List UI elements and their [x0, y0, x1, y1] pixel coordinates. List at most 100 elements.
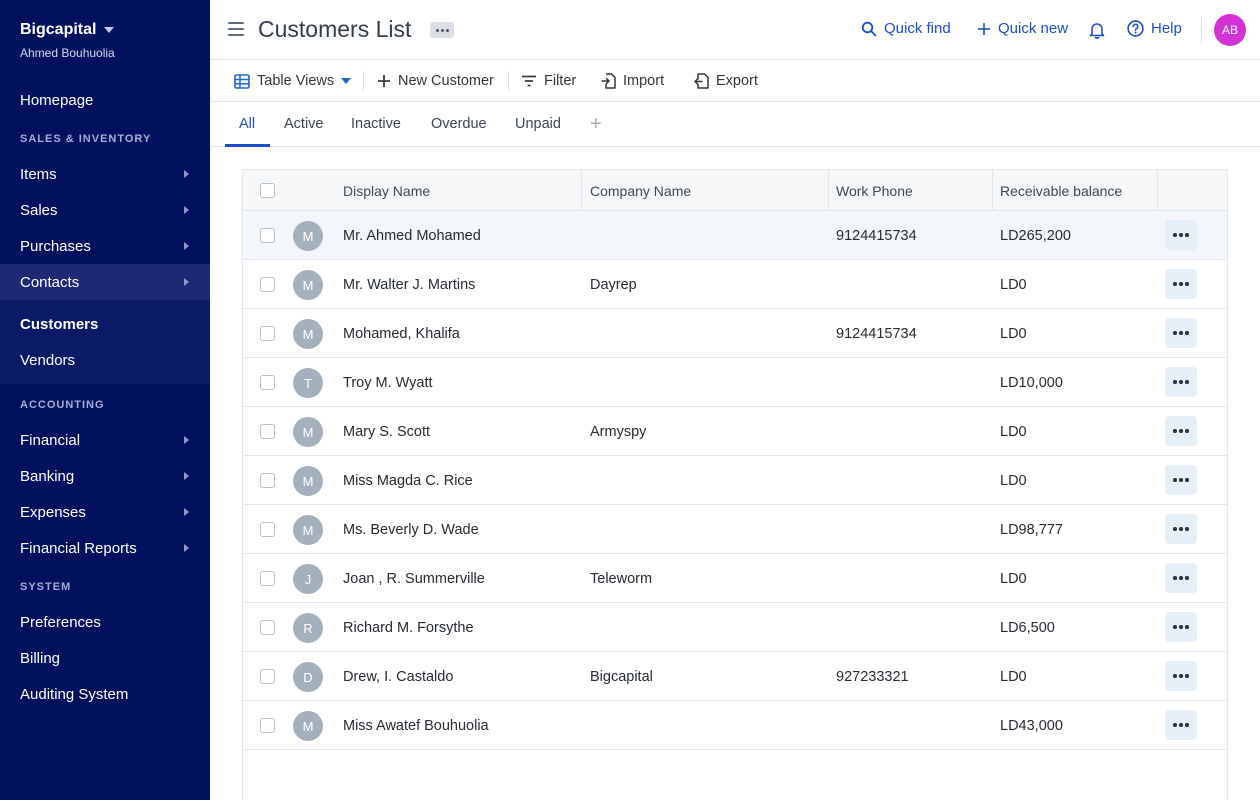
sidebar-item-label: Contacts: [20, 273, 80, 291]
sidebar-item-label: Financial: [20, 431, 81, 449]
table-views-button[interactable]: Table Views: [234, 71, 352, 91]
sidebar-item-contacts[interactable]: Contacts: [0, 264, 210, 300]
title-more-button[interactable]: [430, 22, 454, 38]
notifications-button[interactable]: [1089, 21, 1105, 39]
row-checkbox[interactable]: [260, 375, 275, 390]
table-row[interactable]: D Drew, I. Castaldo Bigcapital 927233321 LD0: [243, 652, 1227, 701]
row-checkbox[interactable]: [260, 522, 275, 537]
row-checkbox[interactable]: [260, 669, 275, 684]
table-row[interactable]: M Mary S. Scott Armyspy LD0: [243, 407, 1227, 456]
quick-find-button[interactable]: Quick find: [861, 20, 951, 37]
filter-button[interactable]: Filter: [521, 71, 576, 91]
row-actions-button[interactable]: [1165, 269, 1197, 299]
row-checkbox[interactable]: [260, 228, 275, 243]
sidebar-section-title: SALES & INVENTORY: [20, 133, 152, 145]
sidebar-item-customers[interactable]: Customers: [0, 306, 210, 342]
table-row[interactable]: M Mr. Walter J. Martins Dayrep LD0: [243, 260, 1227, 309]
row-actions-button[interactable]: [1165, 563, 1197, 593]
column-header-display-name[interactable]: Display Name: [343, 170, 430, 211]
table-row[interactable]: T Troy M. Wyatt LD10,000: [243, 358, 1227, 407]
row-checkbox[interactable]: [260, 473, 275, 488]
table-row[interactable]: M Miss Magda C. Rice LD0: [243, 456, 1227, 505]
cell-display-name: Mr. Walter J. Martins: [343, 276, 476, 293]
sidebar-item-items[interactable]: Items: [0, 156, 210, 192]
tab-overdue[interactable]: Overdue: [431, 116, 487, 132]
avatar: J: [293, 564, 323, 594]
cell-display-name: Miss Magda C. Rice: [343, 472, 473, 489]
chevron-right-icon: [184, 242, 189, 250]
sidebar-item-expenses[interactable]: Expenses: [0, 494, 210, 530]
column-header-receivable-balance[interactable]: Receivable balance: [1000, 170, 1122, 211]
search-icon: [861, 21, 877, 36]
select-all-checkbox[interactable]: [260, 183, 275, 198]
table-row[interactable]: M Miss Awatef Bouhuolia LD43,000: [243, 701, 1227, 750]
toolbar-divider: [363, 71, 364, 91]
menu-icon[interactable]: [228, 22, 244, 36]
user-avatar[interactable]: AB: [1214, 14, 1246, 46]
tab-inactive[interactable]: Inactive: [351, 116, 401, 132]
sidebar-section-title: SYSTEM: [20, 581, 72, 593]
sidebar-item-vendors[interactable]: Vendors: [0, 342, 210, 378]
avatar: M: [293, 466, 323, 496]
sidebar-item-homepage[interactable]: Homepage: [0, 82, 210, 118]
cell-company-name: Bigcapital: [590, 668, 653, 685]
caret-down-icon: [341, 78, 352, 84]
row-actions-button[interactable]: [1165, 710, 1197, 740]
cell-receivable-balance: LD43,000: [1000, 717, 1063, 734]
table-row[interactable]: M Ms. Beverly D. Wade LD98,777: [243, 505, 1227, 554]
tab-all[interactable]: All: [239, 116, 255, 132]
customers-table: Display Name Company Name Work Phone Rec…: [242, 169, 1228, 800]
row-actions-button[interactable]: [1165, 661, 1197, 691]
header-divider: [1201, 16, 1202, 44]
sidebar-item-preferences[interactable]: Preferences: [0, 604, 210, 640]
cell-receivable-balance: LD265,200: [1000, 227, 1071, 244]
row-checkbox[interactable]: [260, 571, 275, 586]
row-checkbox[interactable]: [260, 326, 275, 341]
quick-new-button[interactable]: Quick new: [977, 20, 1068, 37]
avatar: M: [293, 711, 323, 741]
org-switcher[interactable]: Bigcapital Ahmed Bouhuolia: [20, 21, 115, 60]
row-actions-button[interactable]: [1165, 612, 1197, 642]
row-actions-button[interactable]: [1165, 416, 1197, 446]
row-actions-button[interactable]: [1165, 514, 1197, 544]
avatar: M: [293, 515, 323, 545]
import-button[interactable]: Import: [601, 71, 664, 91]
sidebar-item-banking[interactable]: Banking: [0, 458, 210, 494]
table-row[interactable]: J Joan , R. Summerville Teleworm LD0: [243, 554, 1227, 603]
table-row[interactable]: R Richard M. Forsythe LD6,500: [243, 603, 1227, 652]
sidebar-item-label: Vendors: [20, 351, 76, 369]
row-checkbox[interactable]: [260, 718, 275, 733]
sidebar-item-billing[interactable]: Billing: [0, 640, 210, 676]
row-actions-button[interactable]: [1165, 465, 1197, 495]
sidebar-item-auditing-system[interactable]: Auditing System: [0, 676, 210, 712]
avatar: D: [293, 662, 323, 692]
avatar: M: [293, 417, 323, 447]
sidebar-item-label: Customers: [20, 315, 99, 333]
quick-new-label: Quick new: [998, 20, 1069, 37]
sidebar-item-financial[interactable]: Financial: [0, 422, 210, 458]
tab-active[interactable]: Active: [284, 116, 324, 132]
column-header-work-phone[interactable]: Work Phone: [836, 170, 913, 211]
table-row[interactable]: M Mohamed, Khalifa 9124415734 LD0: [243, 309, 1227, 358]
sidebar-item-sales[interactable]: Sales: [0, 192, 210, 228]
sidebar-section-title: ACCOUNTING: [20, 399, 105, 411]
row-actions-button[interactable]: [1165, 367, 1197, 397]
actions-toolbar: Table Views New Customer Filter Import E…: [210, 60, 1260, 102]
export-button[interactable]: Export: [694, 71, 758, 91]
row-checkbox[interactable]: [260, 620, 275, 635]
row-actions-button[interactable]: [1165, 220, 1197, 250]
row-checkbox[interactable]: [260, 277, 275, 292]
sidebar-item-purchases[interactable]: Purchases: [0, 228, 210, 264]
help-button[interactable]: Help: [1127, 20, 1182, 37]
add-tab-icon[interactable]: +: [590, 114, 602, 134]
column-header-company-name[interactable]: Company Name: [590, 170, 691, 211]
new-customer-button[interactable]: New Customer: [377, 71, 494, 91]
row-actions-button[interactable]: [1165, 318, 1197, 348]
cell-display-name: Miss Awatef Bouhuolia: [343, 717, 489, 734]
table-row[interactable]: M Mr. Ahmed Mohamed 9124415734 LD265,200: [243, 211, 1227, 260]
tab-unpaid[interactable]: Unpaid: [515, 116, 561, 132]
organization-name: Bigcapital: [20, 21, 97, 38]
sidebar-item-financial-reports[interactable]: Financial Reports: [0, 530, 210, 566]
plus-icon: [978, 22, 990, 35]
row-checkbox[interactable]: [260, 424, 275, 439]
